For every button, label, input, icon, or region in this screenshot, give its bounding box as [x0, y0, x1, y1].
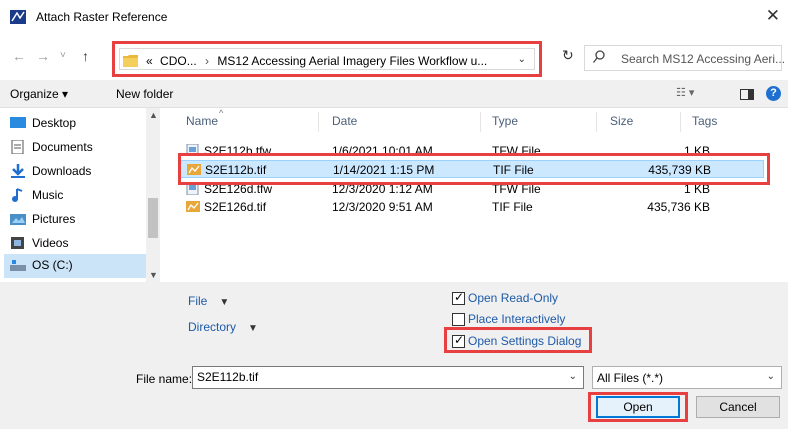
up-button[interactable]: ↑ — [82, 48, 89, 64]
app-icon — [10, 10, 26, 24]
refresh-button[interactable]: ↻ — [562, 47, 574, 64]
help-icon[interactable]: ? — [766, 86, 781, 101]
search-box[interactable]: Search MS12 Accessing Aeri... — [584, 45, 786, 71]
chevron-down-icon: ⌄ — [766, 371, 775, 382]
new-folder-button[interactable]: New folder — [116, 87, 173, 101]
sidebar-item-label: Pictures — [32, 212, 76, 226]
file-type-select[interactable]: All Files (*.*) ⌄ — [592, 366, 782, 389]
sidebar-item-downloads[interactable]: Downloads — [10, 160, 160, 184]
cancel-button[interactable]: Cancel — [696, 396, 780, 418]
sidebar-item-videos[interactable]: Videos — [10, 232, 160, 256]
column-header-size[interactable]: Size — [610, 114, 633, 128]
file-options-toggle[interactable]: File ▼ — [188, 294, 229, 308]
column-divider[interactable] — [480, 112, 481, 132]
breadcrumb-segment[interactable]: CDO... — [160, 54, 197, 68]
sidebar-item-label: Desktop — [32, 116, 77, 130]
forward-button[interactable]: → — [36, 48, 50, 64]
file-size: 435,736 KB — [647, 200, 710, 214]
command-bar: Organize ▾ New folder ☷ ▾ ? — [0, 80, 788, 108]
pictures-icon — [10, 214, 26, 225]
column-divider[interactable] — [596, 112, 597, 132]
recent-locations-button[interactable]: ˅ — [60, 50, 66, 61]
search-placeholder: Search MS12 Accessing Aeri... — [621, 52, 786, 66]
file-name-field[interactable]: ⌄ — [192, 366, 584, 389]
scrollbar-thumb[interactable] — [148, 198, 158, 238]
column-divider[interactable] — [318, 112, 319, 132]
navigation-bar: ← → ˅ ↑ « CDO... › MS12 Accessing Aerial… — [0, 34, 788, 80]
column-header-tags[interactable]: Tags — [692, 114, 717, 128]
file-name-input[interactable] — [197, 370, 557, 384]
scroll-up-icon[interactable]: ▲ — [149, 110, 158, 120]
search-icon — [593, 50, 605, 63]
file-date: 12/3/2020 9:51 AM — [332, 200, 433, 214]
column-divider[interactable] — [680, 112, 681, 132]
sidebar-item-pictures[interactable]: Pictures — [10, 208, 160, 232]
sidebar-item-desktop[interactable]: Desktop — [10, 112, 160, 136]
organize-menu[interactable]: Organize ▾ — [10, 87, 68, 101]
place-interactively-label[interactable]: Place Interactively — [468, 312, 565, 326]
place-interactively-checkbox[interactable] — [452, 313, 465, 326]
chevron-down-icon[interactable]: ⌄ — [518, 54, 526, 65]
desktop-icon — [10, 117, 26, 128]
sidebar-item-label: Music — [32, 188, 64, 202]
sidebar-item-label: Downloads — [32, 164, 92, 178]
title-bar: Attach Raster Reference ✕ — [0, 0, 788, 34]
breadcrumb-overflow[interactable]: « — [146, 54, 153, 68]
downloads-icon — [11, 164, 25, 178]
settings-option-highlight — [444, 327, 592, 353]
address-bar[interactable]: « CDO... › MS12 Accessing Aerial Imagery… — [119, 48, 535, 70]
documents-icon — [11, 140, 24, 154]
breadcrumb-segment[interactable]: MS12 Accessing Aerial Imagery Files Work… — [217, 54, 487, 68]
column-header-date[interactable]: Date — [332, 114, 357, 128]
sidebar-item-documents[interactable]: Documents — [10, 136, 160, 160]
back-button[interactable]: ← — [12, 48, 26, 64]
breadcrumb: « CDO... › MS12 Accessing Aerial Imagery… — [146, 54, 487, 68]
sidebar-item-label: Documents — [32, 140, 93, 154]
music-icon — [12, 188, 23, 202]
column-header-type[interactable]: Type — [492, 114, 518, 128]
open-read-only-checkbox[interactable] — [452, 290, 465, 305]
directory-options-toggle[interactable]: Directory ▼ — [188, 320, 258, 334]
sidebar-item-label: OS (C:) — [32, 258, 73, 272]
file-name: S2E126d.tif — [204, 200, 267, 214]
sidebar-item-music[interactable]: Music — [10, 184, 160, 208]
scroll-down-icon[interactable]: ▼ — [149, 270, 158, 280]
close-button[interactable]: ✕ — [766, 6, 780, 26]
view-options-icon[interactable]: ☷ ▾ — [676, 86, 694, 99]
selection-highlight — [178, 153, 770, 185]
address-highlight: « CDO... › MS12 Accessing Aerial Imagery… — [112, 41, 542, 77]
breadcrumb-separator: › — [205, 54, 210, 68]
file-type: TIF File — [492, 200, 533, 214]
open-button[interactable]: Open — [596, 396, 680, 418]
folder-icon — [123, 55, 138, 67]
tif-file-icon — [186, 201, 200, 212]
navigation-pane: Desktop Documents Downloads Music Pictur… — [0, 108, 160, 282]
sidebar-item-label: Videos — [32, 236, 69, 250]
videos-icon — [11, 237, 24, 249]
file-name-label: File name: — [136, 372, 193, 386]
sidebar-item-os-c[interactable]: OS (C:) — [4, 254, 146, 278]
window-title: Attach Raster Reference — [36, 10, 168, 24]
file-list: Name ^ Date Type Size Tags S2E112b.tfw 1… — [160, 108, 788, 282]
sort-indicator-icon: ^ — [219, 108, 224, 118]
preview-pane-icon[interactable] — [740, 89, 754, 100]
file-type-value: All Files (*.*) — [597, 371, 664, 385]
sidebar-scrollbar[interactable]: ▲ ▼ — [146, 108, 160, 282]
table-row[interactable]: S2E126d.tif 12/3/2020 9:51 AM TIF File 4… — [180, 198, 764, 216]
chevron-down-icon[interactable]: ⌄ — [569, 371, 577, 382]
open-read-only-label[interactable]: Open Read-Only — [468, 291, 558, 305]
drive-icon — [10, 260, 26, 271]
column-header-name[interactable]: Name — [186, 114, 218, 128]
